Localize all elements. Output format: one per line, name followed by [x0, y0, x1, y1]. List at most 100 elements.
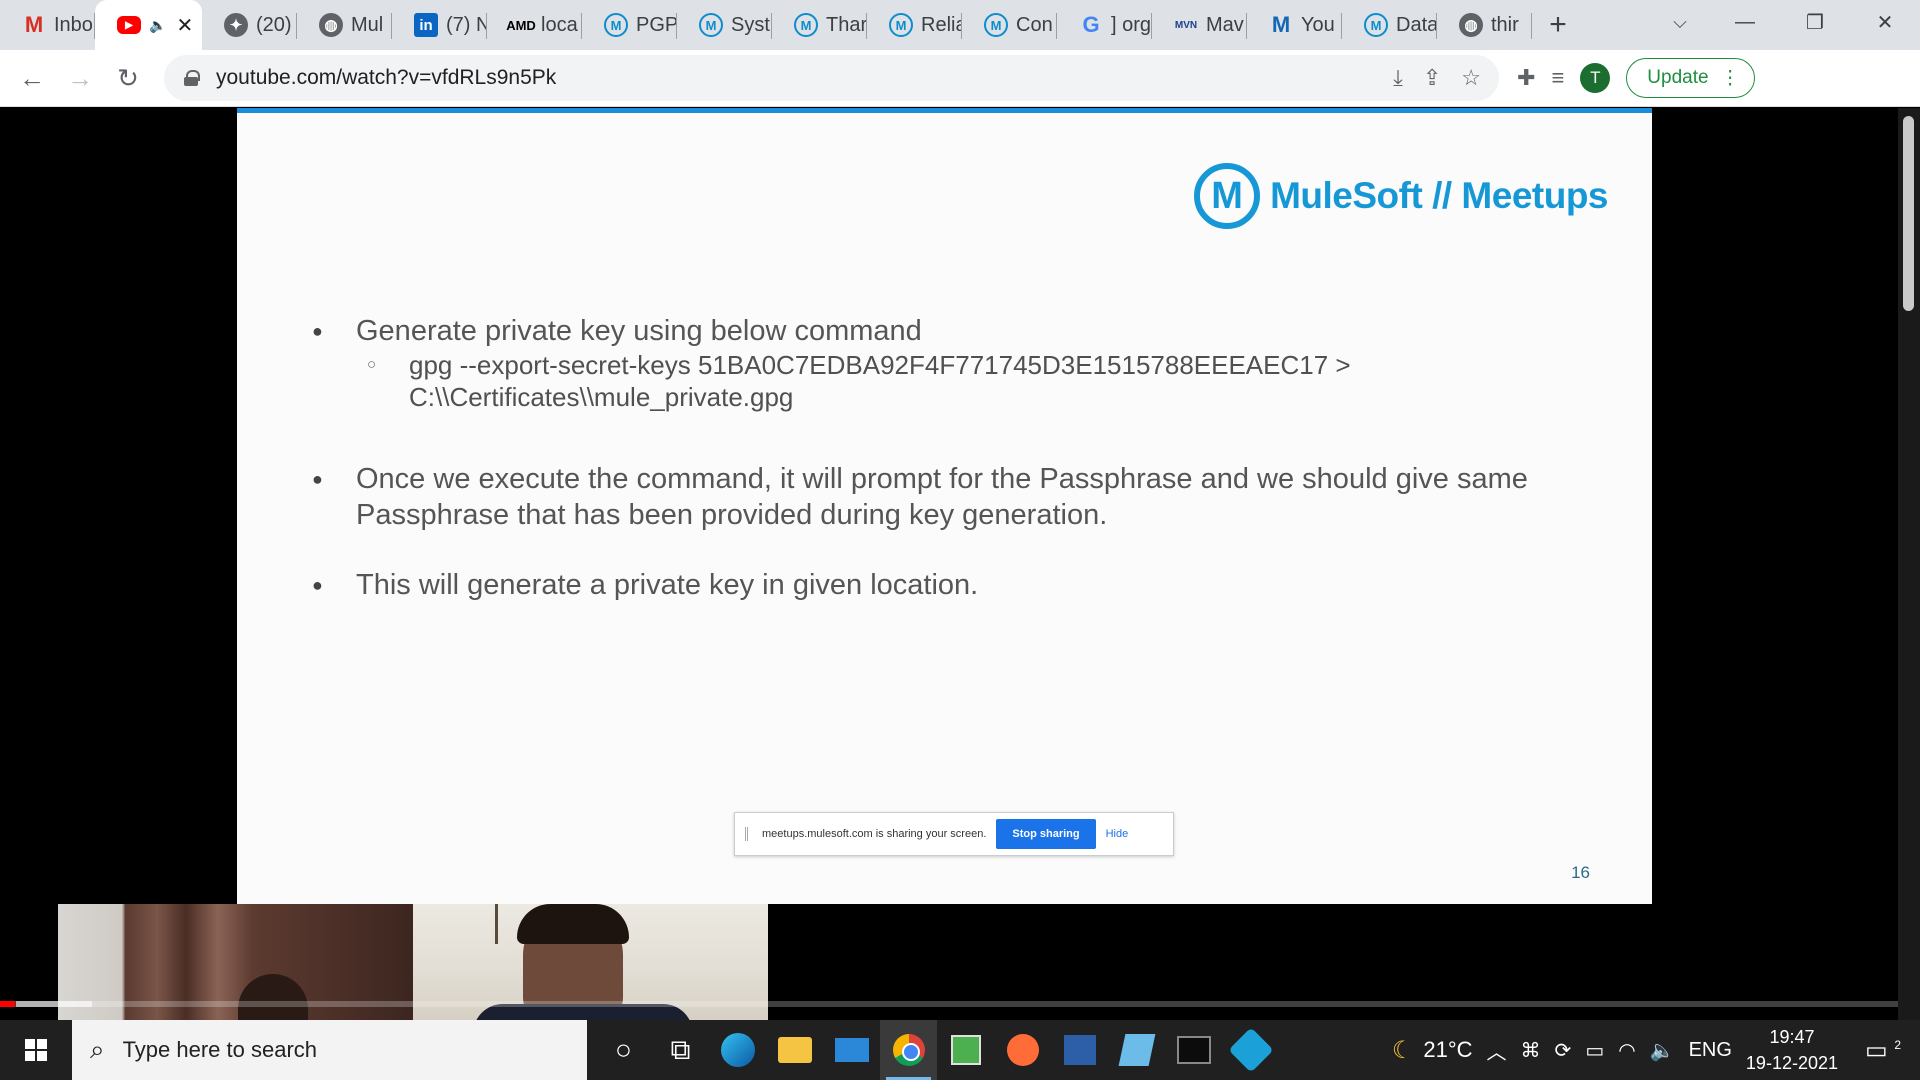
url-text[interactable]: youtube.com/watch?v=vfdRLs9n5Pk — [216, 66, 1393, 90]
update-button[interactable]: Update ⋮ — [1626, 58, 1755, 98]
notes-app[interactable] — [1108, 1020, 1165, 1080]
clock[interactable]: 19:47 19-12-2021 — [1746, 1024, 1838, 1076]
scrollbar-thumb[interactable] — [1903, 116, 1914, 311]
temperature: 21°C — [1423, 1037, 1473, 1062]
clock-date: 19-12-2021 — [1745, 1053, 1838, 1073]
audio-playing-icon[interactable]: 🔈 — [149, 17, 166, 34]
progress-buffered — [16, 1001, 92, 1007]
close-tab-icon[interactable]: ✕ — [176, 13, 193, 38]
page-scrollbar[interactable] — [1898, 108, 1920, 1020]
browser-tab[interactable]: ✦ (20) — [202, 0, 297, 50]
mulesoft-meetups-logo: M MuleSoft // Meetups — [1194, 163, 1608, 229]
clock-time: 19:47 — [1769, 1027, 1815, 1047]
language-indicator[interactable]: ENG — [1689, 1039, 1732, 1062]
browser-tab[interactable]: M Syst — [677, 0, 772, 50]
start-button[interactable] — [0, 1020, 72, 1080]
sourcetree-app[interactable] — [1222, 1020, 1279, 1080]
menu-dots-icon[interactable]: ⋮ — [1721, 67, 1740, 90]
browser-tab[interactable]: M PGP — [582, 0, 677, 50]
browser-tab[interactable]: ◍ Mul — [297, 0, 392, 50]
copilot-icon: ✦ — [224, 13, 248, 37]
mulesoft-icon: M — [604, 13, 628, 37]
reload-button[interactable]: ↻ — [104, 54, 152, 102]
terminal-app[interactable] — [1165, 1020, 1222, 1080]
video-progress-bar[interactable] — [0, 1001, 1920, 1007]
spreadsheet-icon — [950, 1035, 981, 1065]
browser-tab[interactable]: G] org — [1057, 0, 1152, 50]
forward-button[interactable]: → — [56, 54, 104, 102]
brand-text: MuleSoft // Meetups — [1270, 175, 1608, 216]
profile-avatar[interactable]: T — [1580, 63, 1611, 93]
browser-tab[interactable]: AMD loca — [487, 0, 582, 50]
chrome-app[interactable] — [880, 1020, 937, 1080]
browser-tab[interactable]: MVN Mav — [1152, 0, 1247, 50]
sub-bullet-text: gpg --export-secret-keys 51BA0C7EDBA92F4… — [356, 349, 1602, 413]
edge-app[interactable] — [709, 1020, 766, 1080]
tab-search-button[interactable]: ⌵ — [1660, 0, 1700, 44]
browser-tab[interactable]: M Data — [1342, 0, 1437, 50]
video-player[interactable]: M MuleSoft // Meetups Generate private k… — [0, 108, 1920, 1020]
presentation-slide: M MuleSoft // Meetups Generate private k… — [237, 108, 1652, 904]
cortana-button[interactable]: ○ — [595, 1020, 652, 1080]
update-label: Update — [1647, 67, 1709, 88]
new-tab-button[interactable]: + — [1532, 0, 1584, 50]
browser-tab[interactable]: M You — [1247, 0, 1342, 50]
linkedin-icon: in — [414, 13, 438, 37]
mail-app[interactable] — [823, 1020, 880, 1080]
tab-title: loca — [541, 13, 578, 36]
bullet-item: This will generate a private key in give… — [312, 567, 1602, 603]
spreadsheet-app[interactable] — [937, 1020, 994, 1080]
minimize-button[interactable]: — — [1710, 0, 1780, 44]
volume-icon[interactable]: 🔈 — [1650, 1038, 1675, 1063]
terminal-icon — [1176, 1036, 1211, 1064]
file-explorer-app[interactable] — [766, 1020, 823, 1080]
battery-icon[interactable]: ▭ — [1585, 1038, 1604, 1063]
task-view-button[interactable]: ⧉ — [652, 1020, 709, 1080]
browser-tab[interactable]: M Inbo — [0, 0, 95, 50]
mulesoft-icon: M — [984, 13, 1008, 37]
background-object — [495, 904, 498, 944]
bookmark-star-icon[interactable]: ☆ — [1461, 65, 1481, 91]
share-icon[interactable]: ⇪ — [1423, 65, 1441, 91]
notification-center-button[interactable]: ▭ 2 — [1860, 1036, 1906, 1065]
lock-icon[interactable] — [184, 70, 200, 86]
reading-list-icon[interactable]: ≡ — [1551, 65, 1564, 91]
weather-widget[interactable]: ☾ 21°C — [1392, 1036, 1473, 1065]
postman-app[interactable] — [994, 1020, 1051, 1080]
close-window-button[interactable]: ✕ — [1850, 0, 1920, 44]
back-button[interactable]: ← — [8, 54, 56, 102]
chrome-icon — [892, 1034, 925, 1066]
address-bar[interactable]: youtube.com/watch?v=vfdRLs9n5Pk ⤓ ⇪ ☆ — [164, 55, 1499, 101]
browser-tab[interactable]: ▶ 🔈 ✕ — [95, 0, 202, 50]
slide-bullets: Generate private key using below command… — [312, 313, 1602, 637]
browser-toolbar: ← → ↻ youtube.com/watch?v=vfdRLs9n5Pk ⤓ … — [0, 50, 1920, 107]
tray-chevron-icon[interactable]: ︿ — [1487, 1036, 1507, 1065]
restore-button[interactable]: ❐ — [1780, 0, 1850, 44]
browser-tab[interactable]: M Thar — [772, 0, 867, 50]
postman-icon — [1006, 1034, 1039, 1066]
mulesoft-icon: M — [794, 13, 818, 37]
install-app-icon[interactable]: ⤓ — [1393, 65, 1403, 91]
extensions-icon[interactable]: ✚ — [1517, 65, 1535, 91]
wifi-icon[interactable]: ◠ — [1618, 1038, 1635, 1063]
tab-title: (7) N — [446, 13, 487, 36]
taskbar-search[interactable]: ⌕ Type here to search — [72, 1020, 587, 1080]
window-controls: — ❐ ✕ — [1710, 0, 1920, 44]
browser-tab[interactable]: ◍ thir — [1437, 0, 1532, 50]
tab-title: Mav — [1206, 13, 1244, 36]
notification-icon: ▭ — [1864, 1036, 1888, 1064]
stop-sharing-button: Stop sharing — [996, 819, 1096, 849]
update-tray-icon[interactable]: ⟳ — [1555, 1038, 1572, 1063]
browser-tab[interactable]: M Relia — [867, 0, 962, 50]
screen-share-notice: meetups.mulesoft.com is sharing your scr… — [734, 812, 1174, 856]
mvn-icon: MVN — [1174, 19, 1198, 31]
tab-title: PGP — [636, 13, 677, 36]
participant-silhouette — [238, 974, 308, 1020]
amd-icon: AMD — [506, 17, 536, 33]
meet-now-icon[interactable]: ⌘ — [1521, 1038, 1541, 1063]
browser-tab[interactable]: M Con — [962, 0, 1057, 50]
search-icon: ⌕ — [90, 1034, 105, 1064]
browser-tab[interactable]: in (7) N — [392, 0, 487, 50]
studio-app[interactable] — [1051, 1020, 1108, 1080]
bullet-text: Generate private key using below command — [356, 315, 922, 347]
